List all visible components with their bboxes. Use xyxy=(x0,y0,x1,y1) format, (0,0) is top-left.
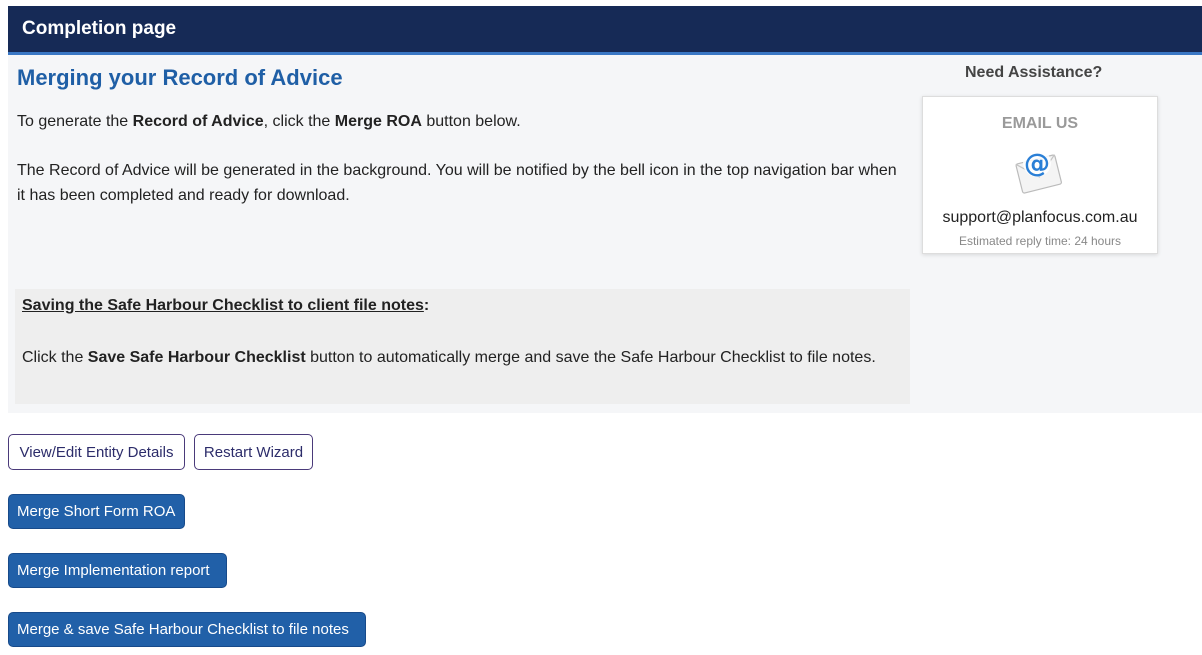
merge-implementation-report-button[interactable]: Merge Implementation report xyxy=(8,553,227,588)
merge-save-safe-harbour-checklist-button[interactable]: Merge & save Safe Harbour Checklist to f… xyxy=(8,612,366,647)
text-segment: button to automatically merge and save t… xyxy=(305,349,876,366)
restart-wizard-button[interactable]: Restart Wizard xyxy=(194,434,313,470)
text-segment: , click the xyxy=(263,113,335,130)
safe-harbour-heading-text: Saving the Safe Harbour Checklist to cli… xyxy=(22,297,424,314)
svg-text:@: @ xyxy=(1024,149,1050,179)
text-bold-merge-roa: Merge ROA xyxy=(334,113,422,130)
merge-instructions: To generate the Record of Advice, click … xyxy=(17,109,897,134)
email-us-card[interactable]: EMAIL US @ support@planfocus.com.au Esti… xyxy=(922,96,1158,254)
need-assistance-heading: Need Assistance? xyxy=(965,64,1103,81)
email-us-label: EMAIL US xyxy=(1001,115,1079,132)
estimated-reply-time: Estimated reply time: 24 hours xyxy=(958,234,1122,248)
email-at-envelope-icon: @ xyxy=(1015,149,1062,194)
safe-harbour-info-box: Saving the Safe Harbour Checklist to cli… xyxy=(15,289,910,404)
text-segment: Click the xyxy=(22,349,88,366)
heading-colon: : xyxy=(423,297,430,314)
text-segment: button below. xyxy=(421,113,521,130)
text-bold-record-of-advice: Record of Advice xyxy=(132,113,264,130)
text-segment: To generate the xyxy=(17,113,133,130)
support-email-address[interactable]: support@planfocus.com.au xyxy=(923,209,1157,227)
merge-short-form-roa-button[interactable]: Merge Short Form ROA xyxy=(8,494,185,529)
page-title: Merging your Record of Advice xyxy=(17,65,343,90)
safe-harbour-heading: Saving the Safe Harbour Checklist to cli… xyxy=(22,297,429,315)
safe-harbour-description: Click the Save Safe Harbour Checklist bu… xyxy=(22,345,902,371)
view-edit-entity-details-button[interactable]: View/Edit Entity Details xyxy=(8,434,185,470)
header-title: Completion page xyxy=(22,18,177,39)
background-generation-note: The Record of Advice will be generated i… xyxy=(17,162,897,204)
text-bold-save-checklist: Save Safe Harbour Checklist xyxy=(87,349,306,366)
page-header: Completion page xyxy=(8,6,1202,55)
